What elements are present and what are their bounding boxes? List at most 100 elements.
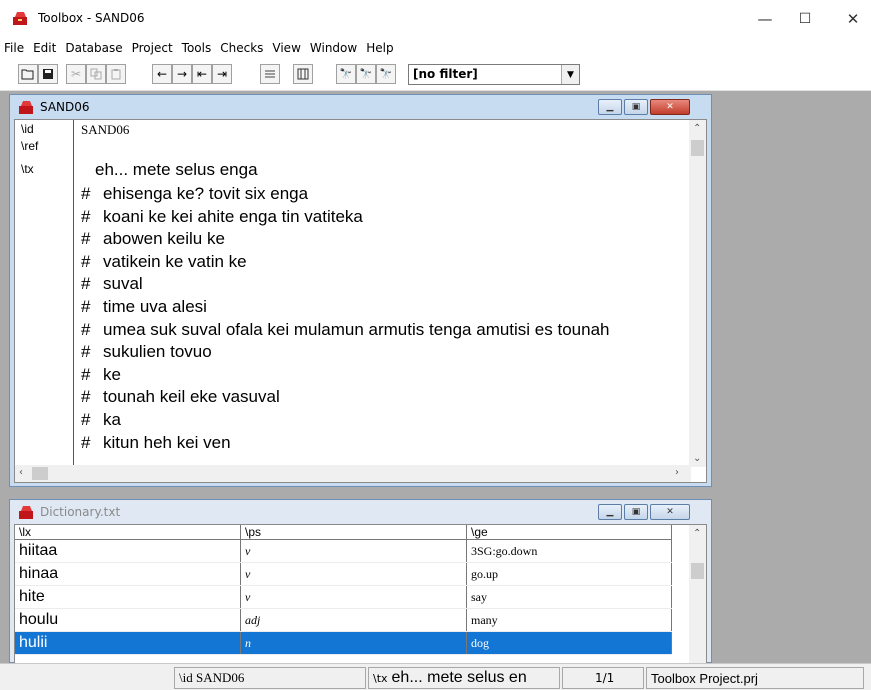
status-page: 1/1 [562,667,644,689]
scroll-thumb[interactable] [691,140,704,156]
find-icon[interactable]: 🔭 [336,64,356,84]
text-line[interactable]: sukulien tovuo [103,342,212,362]
text-line[interactable]: suval [103,274,143,294]
entry-lexeme[interactable]: hulii [15,631,241,655]
entry-gloss[interactable]: 3SG:go.down [466,539,672,563]
tx-first-line: eh... mete selus enga [95,160,258,179]
text-pane[interactable]: \id \ref \tx SAND06 eh... mete selus eng… [14,119,707,483]
scroll-left-icon[interactable]: ‹ [19,467,23,478]
entry-part-of-speech[interactable]: v [240,562,467,586]
text-line[interactable]: ehisenga ke? tovit six enga [103,184,308,204]
dictionary-vertical-scrollbar[interactable]: ⌃ [689,525,706,663]
status-project: Toolbox Project.prj [646,667,864,689]
text-line[interactable]: tounah keil eke vasuval [103,387,280,407]
marker-id: \id [21,122,34,136]
hscroll-thumb[interactable] [32,467,48,480]
menu-project[interactable]: Project [132,41,173,55]
entry-gloss[interactable]: dog [466,631,672,655]
status-record-id: \id SAND06 [174,667,366,689]
text-window-close-button[interactable]: ✕ [650,99,690,115]
vertical-scrollbar[interactable]: ⌃ ⌄ [689,120,706,467]
browse-view-icon[interactable] [293,64,313,84]
dictionary-row[interactable]: hinaa v go.up [15,562,672,586]
filter-select[interactable]: [no filter] ▼ [408,64,580,85]
text-line[interactable]: kitun heh kei ven [103,433,231,453]
entry-part-of-speech[interactable]: v [240,585,467,609]
dictionary-header-row: \lx \ps \ge [15,525,672,540]
text-line[interactable]: ke [103,365,121,385]
dictionary-pane[interactable]: \lx \ps \ge hiitaa v 3SG:go.down hinaa v go.u… [14,524,707,664]
text-line[interactable]: umea suk suval ofala kei mulamun armutis… [103,320,609,340]
dictionary-row[interactable]: hite v say [15,585,672,609]
close-button[interactable]: ✕ [838,6,868,32]
entry-part-of-speech[interactable]: adj [240,608,467,632]
scroll-down-icon[interactable]: ⌄ [693,453,701,464]
entry-gloss[interactable]: many [466,608,672,632]
first-record-icon[interactable]: ⇤ [192,64,212,84]
previous-record-icon[interactable]: ← [152,64,172,84]
copy-icon[interactable] [86,64,106,84]
menu-view[interactable]: View [272,41,300,55]
text-line[interactable]: time uva alesi [103,297,207,317]
line-hash-marker: # [81,206,91,226]
dictionary-close-button[interactable]: ✕ [650,504,690,520]
line-hash-marker: # [81,184,91,203]
scroll-up-icon[interactable]: ⌃ [693,528,701,539]
header-ge[interactable]: \ge [466,525,672,540]
line-hash-marker: # [81,410,91,429]
toolbox-doc-icon [19,506,33,519]
menu-tools[interactable]: Tools [182,41,212,55]
entry-lexeme[interactable]: hiitaa [15,539,241,563]
header-lx[interactable]: \lx [15,525,241,540]
text-window-title: SAND06 [40,100,90,114]
entry-part-of-speech[interactable]: v [240,539,467,563]
cut-icon[interactable]: ✂ [66,64,86,84]
dictionary-row[interactable]: houlu adj many [15,608,672,632]
status-tx: \tx eh... mete selus en [368,667,560,689]
menu-help[interactable]: Help [366,41,393,55]
text-window-restore-button[interactable]: ▣ [624,99,648,115]
title-bar: Toolbox - SAND06 — ☐ ✕ [0,0,871,38]
find-previous-icon[interactable]: 🔭 [376,64,396,84]
paste-icon[interactable] [106,64,126,84]
entry-lexeme[interactable]: houlu [15,608,241,632]
menu-window[interactable]: Window [310,41,357,55]
scroll-thumb[interactable] [691,563,704,579]
entry-lexeme[interactable]: hinaa [15,562,241,586]
find-next-icon[interactable]: 🔭 [356,64,376,84]
dictionary-row[interactable]: hulii n dog [15,631,672,655]
menu-checks[interactable]: Checks [220,41,263,55]
scroll-right-icon[interactable]: › [675,467,679,478]
scroll-up-icon[interactable]: ⌃ [693,123,701,134]
menu-bar: File Edit Database Project Tools Checks … [0,38,871,58]
toolbox-app-icon [13,12,27,25]
menu-file[interactable]: File [4,41,24,55]
dictionary-row[interactable]: hiitaa v 3SG:go.down [15,539,672,563]
maximize-button[interactable]: ☐ [790,6,820,32]
text-line[interactable]: abowen keilu ke [103,229,225,249]
entry-part-of-speech[interactable]: n [240,631,467,655]
menu-database[interactable]: Database [65,41,122,55]
text-line[interactable]: vatikein ke vatin ke [103,252,247,272]
minimize-button[interactable]: — [750,6,780,32]
window-title: Toolbox - SAND06 [38,11,145,25]
status-bar: \id SAND06 \tx eh... mete selus en 1/1 T… [0,663,871,690]
chevron-down-icon[interactable]: ▼ [561,65,579,84]
horizontal-scrollbar[interactable]: ‹ › [15,465,691,482]
save-icon[interactable] [38,64,58,84]
open-icon[interactable] [18,64,38,84]
entry-gloss[interactable]: say [466,585,672,609]
dictionary-minimize-button[interactable]: ▁ [598,504,622,520]
text-line[interactable]: koani ke kei ahite enga tin vatiteka [103,207,363,227]
jump-icon[interactable] [260,64,280,84]
last-record-icon[interactable]: ⇥ [212,64,232,84]
entry-gloss[interactable]: go.up [466,562,672,586]
entry-lexeme[interactable]: hite [15,585,241,609]
next-record-icon[interactable]: → [172,64,192,84]
mdi-workspace: SAND06 ▁ ▣ ✕ \id \ref \tx SAND06 eh... m… [0,91,871,664]
menu-edit[interactable]: Edit [33,41,56,55]
dictionary-restore-button[interactable]: ▣ [624,504,648,520]
text-line[interactable]: ka [103,410,121,430]
header-ps[interactable]: \ps [240,525,467,540]
text-window-minimize-button[interactable]: ▁ [598,99,622,115]
